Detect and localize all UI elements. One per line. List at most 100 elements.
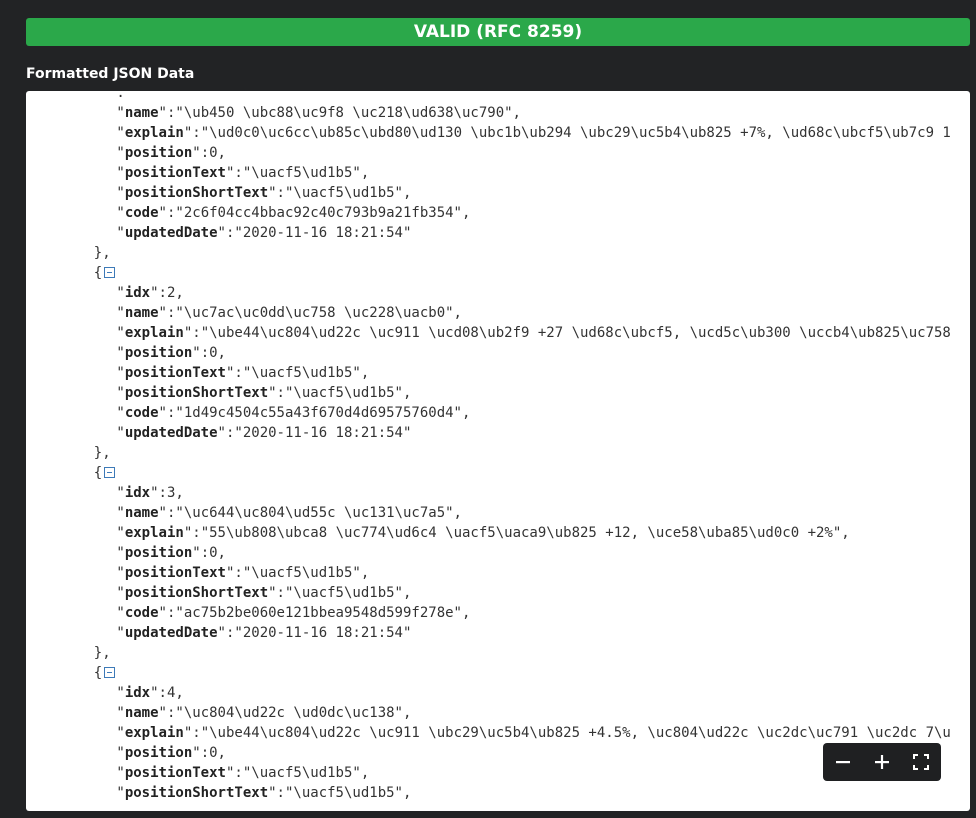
json-line: "positionText":"\uacf5\ud1b5", — [116, 565, 370, 581]
json-value: "2020-11-16 18:21:54" — [234, 625, 412, 641]
json-value: "1d49c4504c55a43f670d4d69575760d4", — [175, 405, 471, 421]
json-key: explain — [124, 725, 184, 741]
json-key: positionText — [124, 765, 226, 781]
json-line: "positionShortText":"\uacf5\ud1b5", — [116, 185, 412, 201]
json-punctuation: { — [93, 265, 103, 281]
json-key: position — [124, 145, 193, 161]
json-value: 0, — [209, 545, 226, 561]
json-value: "\uacf5\ud1b5", — [284, 385, 412, 401]
json-value: "\ube44\uc804\ud22c \uc911 \ubc29\uc5b4\… — [200, 725, 951, 741]
zoom-toolbar — [823, 743, 941, 781]
json-line: "explain":"\ud0c0\uc6cc\ub85c\ubd80\ud13… — [116, 125, 951, 141]
json-key: positionShortText — [124, 385, 269, 401]
json-viewer[interactable]: . "name":"\ub450 \ubc88\uc9f8 \uc218\ud63… — [26, 91, 970, 811]
json-line: }, — [26, 443, 970, 463]
zoom-in-button[interactable] — [868, 748, 896, 776]
json-line: { — [26, 463, 970, 483]
json-key: code — [124, 605, 159, 621]
json-line: "code":"1d49c4504c55a43f670d4d69575760d4… — [116, 405, 471, 421]
json-line: }, — [26, 643, 970, 663]
json-key: explain — [124, 525, 184, 541]
json-key: positionShortText — [124, 585, 269, 601]
json-line: "code":"2c6f04cc4bbac92c40c793b9a21fb354… — [116, 205, 471, 221]
json-value: "\uc7ac\uc0dd\uc758 \uc228\uacb0", — [175, 305, 462, 321]
fullscreen-button[interactable] — [907, 748, 935, 776]
json-key: explain — [124, 325, 184, 341]
json-line: "positionText":"\uacf5\ud1b5", — [116, 365, 370, 381]
json-key: name — [124, 505, 159, 521]
json-line: . — [26, 91, 970, 103]
json-value: "\uacf5\ud1b5", — [242, 165, 370, 181]
json-line: "updatedDate":"2020-11-16 18:21:54" — [116, 425, 412, 441]
json-key: positionText — [124, 365, 226, 381]
json-value: "2c6f04cc4bbac92c40c793b9a21fb354", — [175, 205, 471, 221]
minus-icon — [835, 761, 850, 764]
json-line: "positionShortText":"\uacf5\ud1b5", — [116, 585, 412, 601]
json-value: "\uacf5\ud1b5", — [284, 585, 412, 601]
json-line: "name":"\ub450 \ubc88\uc9f8 \uc218\ud638… — [116, 105, 521, 121]
json-line: "position":0, — [116, 545, 226, 561]
json-value: "ac75b2be060e121bbea9548d599f278e", — [175, 605, 471, 621]
json-value: 3, — [166, 485, 184, 501]
json-value: "\uacf5\ud1b5", — [242, 365, 370, 381]
json-key: name — [124, 105, 159, 121]
json-key: positionShortText — [124, 185, 269, 201]
json-key: explain — [124, 125, 184, 141]
json-line: "idx":3, — [116, 485, 184, 501]
json-key: code — [124, 405, 159, 421]
json-value: 0, — [209, 345, 226, 361]
json-line: }, — [26, 243, 970, 263]
collapse-toggle-icon[interactable] — [104, 267, 116, 278]
json-key: idx — [124, 285, 151, 301]
json-line: "updatedDate":"2020-11-16 18:21:54" — [116, 225, 412, 241]
json-line: "code":"ac75b2be060e121bbea9548d599f278e… — [116, 605, 471, 621]
json-line: "idx":4, — [116, 685, 184, 701]
json-punctuation: }, — [93, 645, 111, 661]
json-value: "\uacf5\ud1b5", — [284, 185, 412, 201]
json-line: "position":0, — [116, 345, 226, 361]
json-value: "\uacf5\ud1b5", — [284, 785, 412, 801]
json-key: positionText — [124, 565, 226, 581]
json-line: "positionShortText":"\uacf5\ud1b5", — [116, 385, 412, 401]
json-key: code — [124, 205, 159, 221]
json-key: updatedDate — [124, 225, 218, 241]
json-line: "explain":"55\ub808\ubca8 \uc774\ud6c4 \… — [116, 525, 850, 541]
json-value: 0, — [209, 745, 226, 761]
json-punctuation: }, — [93, 445, 111, 461]
json-key: updatedDate — [124, 425, 218, 441]
json-key: position — [124, 545, 193, 561]
json-punctuation: { — [93, 465, 103, 481]
json-key: position — [124, 345, 193, 361]
json-value: 0, — [209, 145, 226, 161]
collapse-toggle-icon[interactable] — [104, 667, 116, 678]
json-line: { — [26, 263, 970, 283]
json-line: { — [26, 663, 970, 683]
section-title: Formatted JSON Data — [26, 66, 195, 82]
json-punctuation: . — [116, 91, 125, 101]
json-value: "2020-11-16 18:21:54" — [234, 425, 412, 441]
validation-status-text: VALID (RFC 8259) — [413, 22, 583, 42]
json-line: "name":"\uc7ac\uc0dd\uc758 \uc228\uacb0"… — [116, 305, 462, 321]
json-key: updatedDate — [124, 625, 218, 641]
json-value: "\ub450 \ubc88\uc9f8 \uc218\ud638\uc790"… — [175, 105, 521, 121]
json-value: "\ube44\uc804\ud22c \uc911 \ucd08\ub2f9 … — [200, 325, 951, 341]
json-key: position — [124, 745, 193, 761]
json-line: "updatedDate":"2020-11-16 18:21:54" — [116, 625, 412, 641]
json-line: "explain":"\ube44\uc804\ud22c \uc911 \uc… — [116, 325, 951, 341]
json-key: idx — [124, 685, 151, 701]
validation-status-banner: VALID (RFC 8259) — [26, 18, 970, 46]
json-value: "2020-11-16 18:21:54" — [234, 225, 412, 241]
json-value: 4, — [166, 685, 184, 701]
json-line: "positionShortText":"\uacf5\ud1b5", — [116, 785, 412, 801]
json-line: "name":"\uc644\uc804\ud55c \uc131\uc7a5"… — [116, 505, 462, 521]
json-key: positionShortText — [124, 785, 269, 801]
collapse-toggle-icon[interactable] — [104, 467, 116, 478]
zoom-out-button[interactable] — [829, 748, 857, 776]
json-key: idx — [124, 485, 151, 501]
json-value: 2, — [166, 285, 184, 301]
json-key: name — [124, 705, 159, 721]
json-line: "explain":"\ube44\uc804\ud22c \uc911 \ub… — [116, 725, 951, 741]
json-line: "positionText":"\uacf5\ud1b5", — [116, 165, 370, 181]
json-punctuation: { — [93, 665, 103, 681]
plus-icon — [874, 755, 889, 769]
